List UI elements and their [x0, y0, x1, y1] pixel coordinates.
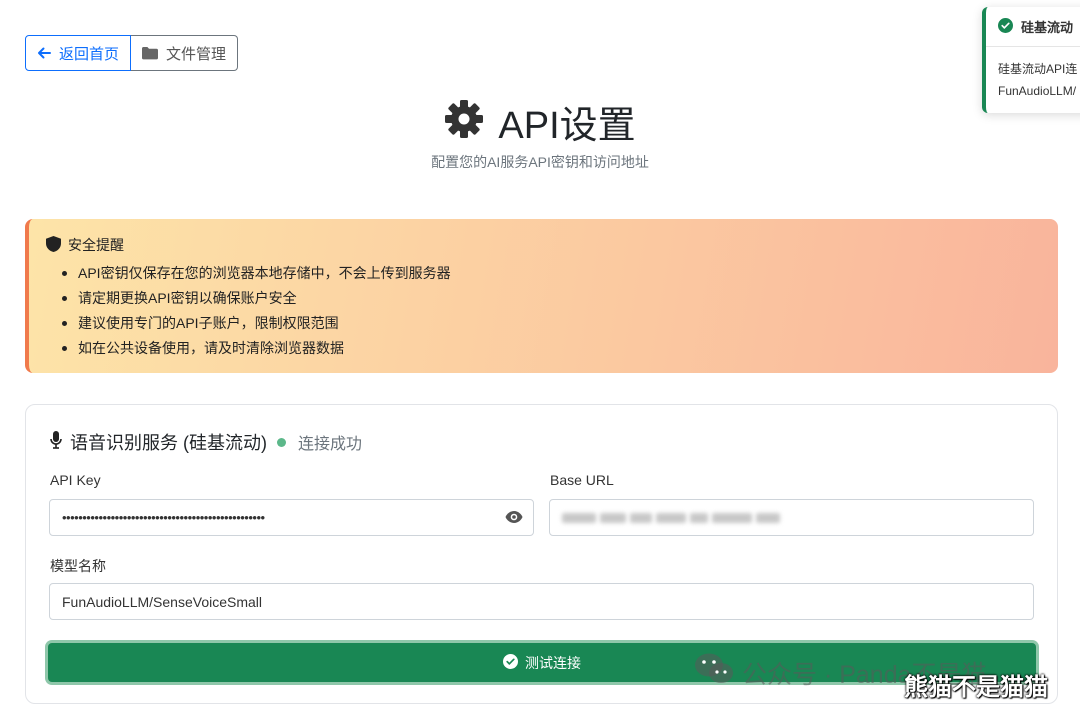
alert-item: 如在公共设备使用，请及时清除浏览器数据	[62, 336, 451, 361]
card-header: 语音识别服务 (硅基流动) 连接成功	[50, 429, 362, 455]
page-subtitle: 配置您的AI服务API密钥和访问地址	[431, 154, 649, 170]
blurred-url-value	[562, 512, 780, 523]
model-value: FunAudioLLM/SenseVoiceSmall	[62, 593, 263, 610]
folder-icon	[142, 46, 159, 60]
test-connection-label: 测试连接	[525, 654, 581, 671]
alert-item: 建议使用专门的API子账户，限制权限范围	[62, 311, 451, 336]
gear-icon	[444, 99, 484, 144]
file-manager-label: 文件管理	[166, 45, 227, 63]
toast-body: 硅基流动API连 FunAudioLLM/	[986, 47, 1080, 102]
toast-header: 硅基流动	[986, 7, 1080, 47]
connection-status: 连接成功	[298, 436, 363, 453]
alert-title: 安全提醒	[68, 237, 124, 253]
overlay-watermark: 熊猫不是猫猫	[904, 674, 1048, 701]
api-key-value: ••••••••••••••••••••••••••••••••••••••••…	[62, 510, 265, 525]
shield-icon	[46, 235, 61, 255]
check-circle-icon	[998, 17, 1013, 36]
toast-title: 硅基流动	[1021, 20, 1074, 35]
back-home-label: 返回首页	[59, 45, 120, 63]
eye-icon[interactable]	[505, 510, 523, 527]
alert-item: 请定期更换API密钥以确保账户安全	[62, 286, 451, 311]
toast-message-line2: FunAudioLLM/	[998, 84, 1077, 98]
toast-message-line1: 硅基流动API连	[998, 62, 1078, 76]
top-nav: 返回首页 文件管理	[25, 35, 239, 71]
alert-header: 安全提醒	[46, 235, 124, 255]
status-dot	[277, 437, 286, 447]
base-url-input[interactable]	[549, 499, 1034, 536]
model-input[interactable]: FunAudioLLM/SenseVoiceSmall	[49, 583, 1034, 620]
arrow-left-icon	[37, 46, 51, 60]
api-settings-page: 返回首页 文件管理 API设置 配置您的AI服务API密钥和访问地址 硅基流动 …	[0, 0, 1080, 713]
security-alert: 安全提醒 API密钥仅保存在您的浏览器本地存储中，不会上传到服务器 请定期更换A…	[25, 219, 1058, 373]
alert-item: API密钥仅保存在您的浏览器本地存储中，不会上传到服务器	[62, 261, 451, 286]
page-header: API设置	[0, 94, 1080, 149]
model-label: 模型名称	[50, 558, 106, 574]
api-key-label: API Key	[50, 472, 101, 488]
api-key-input[interactable]: ••••••••••••••••••••••••••••••••••••••••…	[49, 499, 534, 536]
card-title: 语音识别服务 (硅基流动)	[70, 433, 267, 453]
wechat-icon	[694, 652, 734, 693]
alert-list: API密钥仅保存在您的浏览器本地存储中，不会上传到服务器 请定期更换API密钥以…	[62, 261, 451, 361]
check-circle-icon	[503, 653, 518, 672]
base-url-label: Base URL	[550, 472, 614, 488]
back-home-button[interactable]: 返回首页	[25, 35, 132, 71]
page-title: API设置	[498, 105, 636, 147]
success-toast[interactable]: 硅基流动 硅基流动API连 FunAudioLLM/	[982, 7, 1080, 113]
microphone-icon	[50, 430, 62, 454]
file-manager-button[interactable]: 文件管理	[131, 35, 239, 71]
